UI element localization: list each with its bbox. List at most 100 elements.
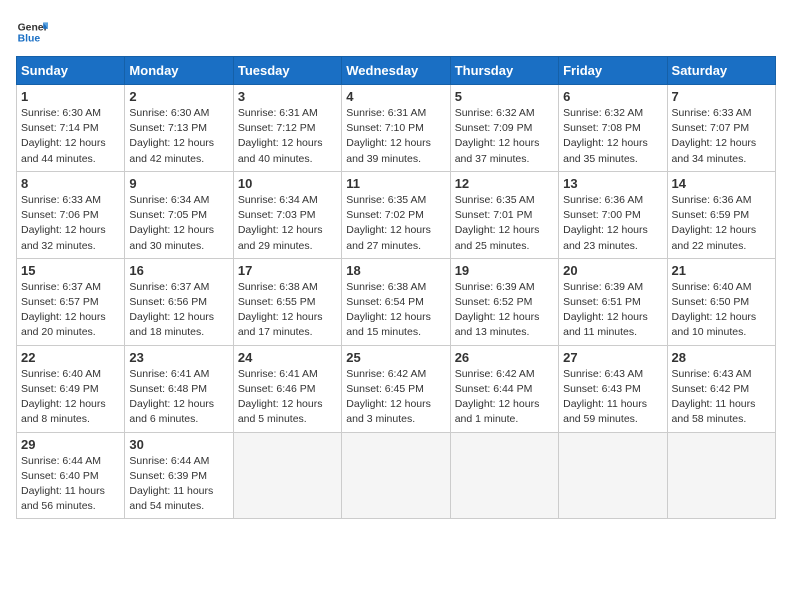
day-cell-24: 24 Sunrise: 6:41 AMSunset: 6:46 PMDayligh… [233,345,341,432]
day-info: Sunrise: 6:34 AMSunset: 7:05 PMDaylight:… [129,193,228,254]
calendar-table: SundayMondayTuesdayWednesdayThursdayFrid… [16,56,776,519]
empty-cell [233,432,341,519]
day-number: 20 [563,263,662,278]
day-cell-12: 12 Sunrise: 6:35 AMSunset: 7:01 PMDayligh… [450,171,558,258]
weekday-header-sunday: Sunday [17,57,125,85]
week-row-3: 15 Sunrise: 6:37 AMSunset: 6:57 PMDayligh… [17,258,776,345]
day-cell-21: 21 Sunrise: 6:40 AMSunset: 6:50 PMDayligh… [667,258,775,345]
day-cell-17: 17 Sunrise: 6:38 AMSunset: 6:55 PMDayligh… [233,258,341,345]
empty-cell [559,432,667,519]
day-info: Sunrise: 6:31 AMSunset: 7:12 PMDaylight:… [238,106,337,167]
day-number: 6 [563,89,662,104]
week-row-2: 8Sunrise: 6:33 AMSunset: 7:06 PMDaylight… [17,171,776,258]
weekday-header-monday: Monday [125,57,233,85]
day-info: Sunrise: 6:41 AMSunset: 6:48 PMDaylight:… [129,367,228,428]
day-number: 13 [563,176,662,191]
day-info: Sunrise: 6:40 AMSunset: 6:49 PMDaylight:… [21,367,120,428]
day-number: 18 [346,263,445,278]
day-cell-5: 5 Sunrise: 6:32 AMSunset: 7:09 PMDaylight… [450,85,558,172]
day-number: 14 [672,176,771,191]
day-info: Sunrise: 6:34 AMSunset: 7:03 PMDaylight:… [238,193,337,254]
day-info: Sunrise: 6:35 AMSunset: 7:02 PMDaylight:… [346,193,445,254]
day-number: 10 [238,176,337,191]
day-cell-3: 3Sunrise: 6:31 AMSunset: 7:12 PMDaylight… [233,85,341,172]
weekday-header-thursday: Thursday [450,57,558,85]
day-number: 5 [455,89,554,104]
day-cell-18: 18 Sunrise: 6:38 AMSunset: 6:54 PMDayligh… [342,258,450,345]
day-number: 26 [455,350,554,365]
day-cell-23: 23 Sunrise: 6:41 AMSunset: 6:48 PMDayligh… [125,345,233,432]
weekday-header-friday: Friday [559,57,667,85]
day-cell-26: 26 Sunrise: 6:42 AMSunset: 6:44 PMDayligh… [450,345,558,432]
day-cell-2: 2Sunrise: 6:30 AMSunset: 7:13 PMDaylight… [125,85,233,172]
weekday-header-saturday: Saturday [667,57,775,85]
week-row-5: 29Sunrise: 6:44 AMSunset: 6:40 PMDayligh… [17,432,776,519]
day-number: 24 [238,350,337,365]
day-number: 7 [672,89,771,104]
day-info: Sunrise: 6:43 AMSunset: 6:43 PMDaylight:… [563,367,662,428]
day-cell-14: 14Sunrise: 6:36 AMSunset: 6:59 PMDayligh… [667,171,775,258]
day-number: 11 [346,176,445,191]
day-number: 4 [346,89,445,104]
day-number: 28 [672,350,771,365]
day-number: 17 [238,263,337,278]
day-cell-7: 7 Sunrise: 6:33 AMSunset: 7:07 PMDaylight… [667,85,775,172]
day-cell-16: 16 Sunrise: 6:37 AMSunset: 6:56 PMDayligh… [125,258,233,345]
calendar-header: SundayMondayTuesdayWednesdayThursdayFrid… [17,57,776,85]
day-number: 29 [21,437,120,452]
svg-text:Blue: Blue [18,34,41,45]
day-info: Sunrise: 6:42 AMSunset: 6:44 PMDaylight:… [455,367,554,428]
day-number: 23 [129,350,228,365]
day-info: Sunrise: 6:33 AMSunset: 7:07 PMDaylight:… [672,106,771,167]
day-info: Sunrise: 6:39 AMSunset: 6:52 PMDaylight:… [455,280,554,341]
empty-cell [450,432,558,519]
day-number: 30 [129,437,228,452]
day-cell-6: 6Sunrise: 6:32 AMSunset: 7:08 PMDaylight… [559,85,667,172]
empty-cell [342,432,450,519]
day-number: 21 [672,263,771,278]
day-cell-8: 8Sunrise: 6:33 AMSunset: 7:06 PMDaylight… [17,171,125,258]
day-number: 22 [21,350,120,365]
day-cell-19: 19Sunrise: 6:39 AMSunset: 6:52 PMDayligh… [450,258,558,345]
day-info: Sunrise: 6:40 AMSunset: 6:50 PMDaylight:… [672,280,771,341]
day-info: Sunrise: 6:41 AMSunset: 6:46 PMDaylight:… [238,367,337,428]
day-info: Sunrise: 6:31 AMSunset: 7:10 PMDaylight:… [346,106,445,167]
day-cell-22: 22 Sunrise: 6:40 AMSunset: 6:49 PMDayligh… [17,345,125,432]
day-info: Sunrise: 6:37 AMSunset: 6:57 PMDaylight:… [21,280,120,341]
week-row-4: 22 Sunrise: 6:40 AMSunset: 6:49 PMDayligh… [17,345,776,432]
day-cell-25: 25 Sunrise: 6:42 AMSunset: 6:45 PMDayligh… [342,345,450,432]
day-info: Sunrise: 6:30 AMSunset: 7:14 PMDaylight:… [21,106,120,167]
day-info: Sunrise: 6:43 AMSunset: 6:42 PMDaylight:… [672,367,771,428]
page-header: General Blue [16,16,776,48]
day-number: 12 [455,176,554,191]
day-number: 9 [129,176,228,191]
calendar-body: 1Sunrise: 6:30 AMSunset: 7:14 PMDaylight… [17,85,776,519]
day-info: Sunrise: 6:35 AMSunset: 7:01 PMDaylight:… [455,193,554,254]
day-cell-11: 11 Sunrise: 6:35 AMSunset: 7:02 PMDayligh… [342,171,450,258]
day-info: Sunrise: 6:39 AMSunset: 6:51 PMDaylight:… [563,280,662,341]
day-cell-10: 10 Sunrise: 6:34 AMSunset: 7:03 PMDayligh… [233,171,341,258]
day-info: Sunrise: 6:37 AMSunset: 6:56 PMDaylight:… [129,280,228,341]
weekday-header-row: SundayMondayTuesdayWednesdayThursdayFrid… [17,57,776,85]
day-info: Sunrise: 6:38 AMSunset: 6:54 PMDaylight:… [346,280,445,341]
day-cell-9: 9 Sunrise: 6:34 AMSunset: 7:05 PMDaylight… [125,171,233,258]
day-info: Sunrise: 6:36 AMSunset: 7:00 PMDaylight:… [563,193,662,254]
weekday-header-tuesday: Tuesday [233,57,341,85]
day-info: Sunrise: 6:30 AMSunset: 7:13 PMDaylight:… [129,106,228,167]
day-info: Sunrise: 6:38 AMSunset: 6:55 PMDaylight:… [238,280,337,341]
day-info: Sunrise: 6:32 AMSunset: 7:09 PMDaylight:… [455,106,554,167]
day-cell-27: 27 Sunrise: 6:43 AMSunset: 6:43 PMDayligh… [559,345,667,432]
day-cell-4: 4 Sunrise: 6:31 AMSunset: 7:10 PMDaylight… [342,85,450,172]
day-number: 27 [563,350,662,365]
day-info: Sunrise: 6:42 AMSunset: 6:45 PMDaylight:… [346,367,445,428]
empty-cell [667,432,775,519]
day-cell-28: 28 Sunrise: 6:43 AMSunset: 6:42 PMDayligh… [667,345,775,432]
day-number: 8 [21,176,120,191]
day-cell-20: 20 Sunrise: 6:39 AMSunset: 6:51 PMDayligh… [559,258,667,345]
day-cell-30: 30 Sunrise: 6:44 AMSunset: 6:39 PMDayligh… [125,432,233,519]
day-info: Sunrise: 6:44 AMSunset: 6:39 PMDaylight:… [129,454,228,515]
day-number: 25 [346,350,445,365]
day-number: 15 [21,263,120,278]
day-number: 16 [129,263,228,278]
day-cell-15: 15 Sunrise: 6:37 AMSunset: 6:57 PMDayligh… [17,258,125,345]
